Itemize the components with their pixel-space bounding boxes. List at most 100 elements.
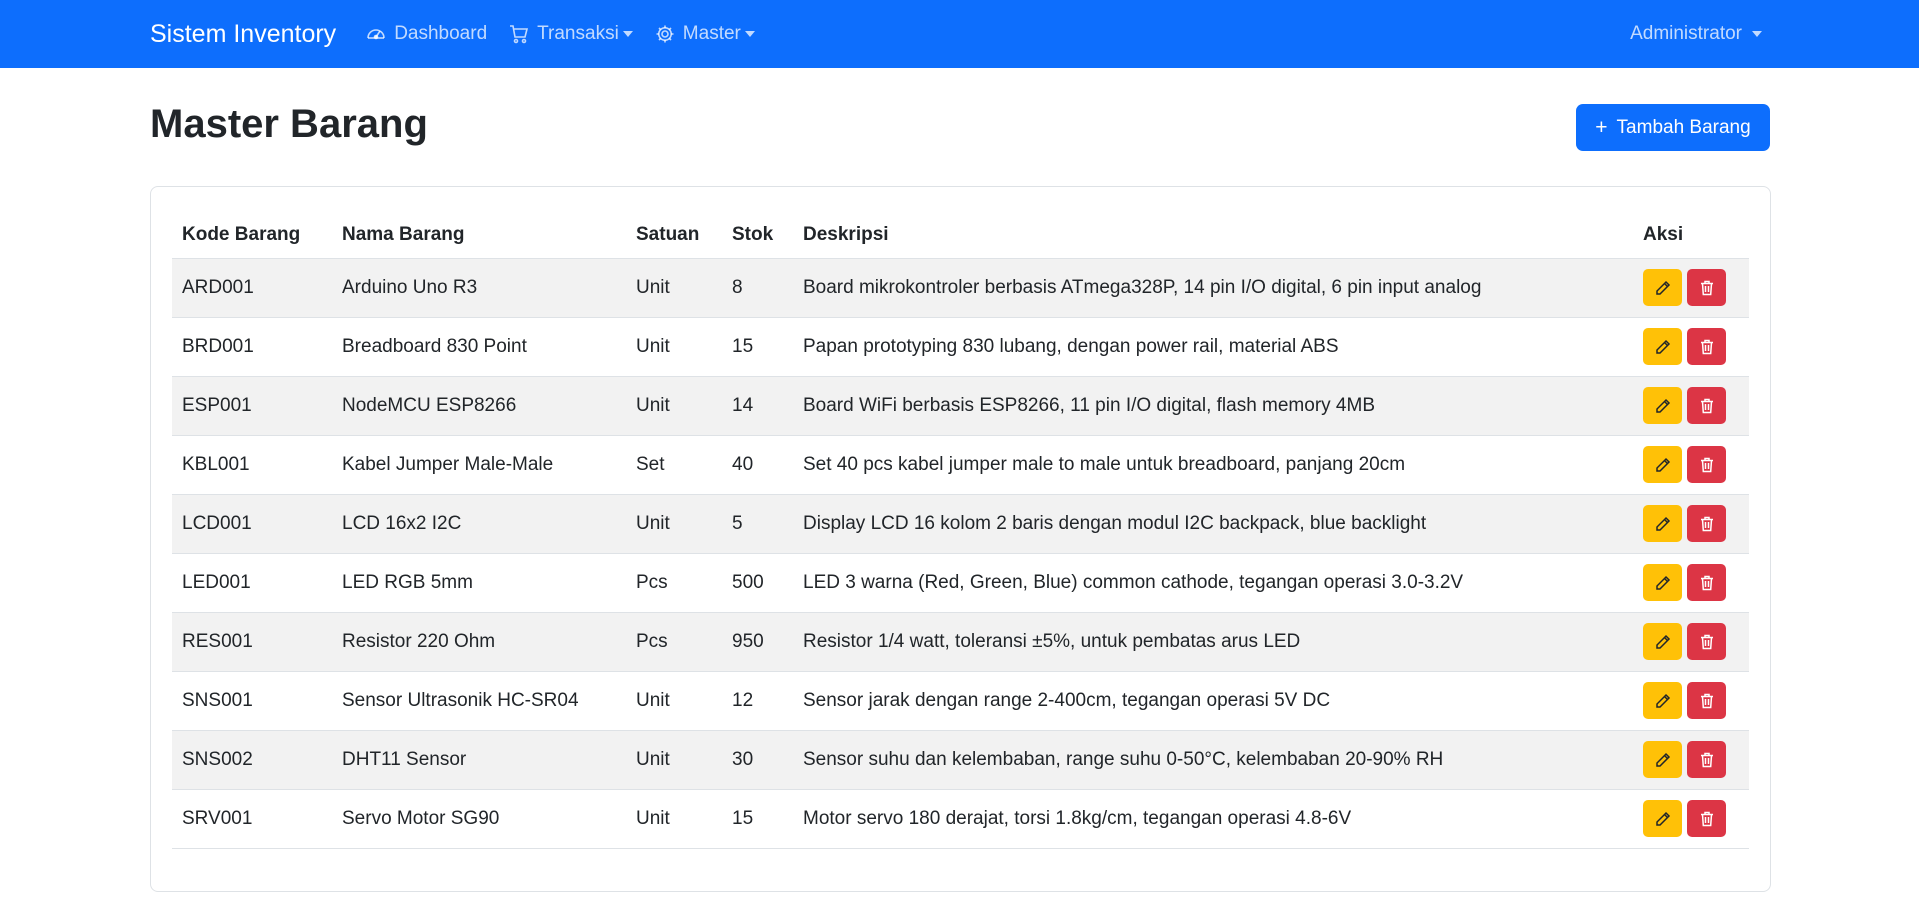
pencil-icon xyxy=(1655,280,1671,296)
edit-button[interactable] xyxy=(1643,505,1682,542)
trash-icon xyxy=(1700,575,1714,591)
cell-deskripsi: Sensor jarak dengan range 2-400cm, tegan… xyxy=(793,671,1633,731)
cell-satuan: Pcs xyxy=(626,553,722,613)
cell-stok: 5 xyxy=(722,494,793,554)
edit-button[interactable] xyxy=(1643,741,1682,778)
cell-kode: ESP001 xyxy=(172,376,332,436)
cell-nama: Arduino Uno R3 xyxy=(332,258,626,318)
trash-icon xyxy=(1700,398,1714,414)
delete-button[interactable] xyxy=(1687,446,1726,483)
cell-aksi xyxy=(1633,494,1749,554)
cell-stok: 14 xyxy=(722,376,793,436)
user-menu[interactable]: Administrator xyxy=(1630,0,1762,68)
edit-button[interactable] xyxy=(1643,623,1682,660)
header-stok: Stok xyxy=(722,212,793,259)
user-menu-label: Administrator xyxy=(1630,23,1742,44)
cell-kode: BRD001 xyxy=(172,317,332,377)
cell-aksi xyxy=(1633,730,1749,790)
cell-nama: Kabel Jumper Male-Male xyxy=(332,435,626,495)
cell-aksi xyxy=(1633,553,1749,613)
table-row: RES001 Resistor 220 Ohm Pcs 950 Resistor 1/4… xyxy=(172,612,1749,672)
nav-item-dashboard[interactable]: Dashboard xyxy=(366,23,487,45)
table-row: SNS002 DHT11 Sensor Unit 30 Sensor suhu dan … xyxy=(172,730,1749,790)
nav-item-master[interactable]: Master xyxy=(655,23,755,45)
cell-nama: DHT11 Sensor xyxy=(332,730,626,790)
cell-kode: LED001 xyxy=(172,553,332,613)
cell-deskripsi: Set 40 pcs kabel jumper male to male unt… xyxy=(793,435,1633,495)
delete-button[interactable] xyxy=(1687,564,1726,601)
trash-icon xyxy=(1700,634,1714,650)
pencil-icon xyxy=(1655,575,1671,591)
edit-button[interactable] xyxy=(1643,682,1682,719)
add-item-button[interactable]: + Tambah Barang xyxy=(1576,104,1770,151)
delete-button[interactable] xyxy=(1687,623,1726,660)
nav-item-label: Transaksi xyxy=(537,23,619,44)
cell-nama: LED RGB 5mm xyxy=(332,553,626,613)
delete-button[interactable] xyxy=(1687,800,1726,837)
cell-stok: 15 xyxy=(722,317,793,377)
items-card: Kode Barang Nama Barang Satuan Stok Desk… xyxy=(150,186,1771,892)
speedometer-icon xyxy=(367,29,385,40)
cell-kode: SNS001 xyxy=(172,671,332,731)
cell-aksi xyxy=(1633,789,1749,849)
navbar-brand[interactable]: Sistem Inventory xyxy=(150,20,336,49)
caret-down-icon xyxy=(1752,31,1762,37)
cell-stok: 500 xyxy=(722,553,793,613)
header-aksi: Aksi xyxy=(1633,212,1749,259)
header-deskripsi: Deskripsi xyxy=(793,212,1633,259)
cell-deskripsi: Board mikrokontroler berbasis ATmega328P… xyxy=(793,258,1633,318)
trash-icon xyxy=(1700,811,1714,827)
pencil-icon xyxy=(1655,634,1671,650)
table-row: LCD001 LCD 16x2 I2C Unit 5 Display LCD 16 ko… xyxy=(172,494,1749,554)
cell-nama: Sensor Ultrasonik HC-SR04 xyxy=(332,671,626,731)
nav-item-transaksi[interactable]: Transaksi xyxy=(509,23,633,45)
cell-satuan: Pcs xyxy=(626,612,722,672)
cell-nama: Resistor 220 Ohm xyxy=(332,612,626,672)
trash-icon xyxy=(1700,339,1714,355)
plus-icon: + xyxy=(1595,115,1608,139)
cell-deskripsi: Resistor 1/4 watt, toleransi ±5%, untuk … xyxy=(793,612,1633,672)
pencil-icon xyxy=(1655,752,1671,768)
delete-button[interactable] xyxy=(1687,741,1726,778)
cell-satuan: Unit xyxy=(626,494,722,554)
table-row: SNS001 Sensor Ultrasonik HC-SR04 Unit 12 Sen… xyxy=(172,671,1749,731)
cell-stok: 8 xyxy=(722,258,793,318)
delete-button[interactable] xyxy=(1687,328,1726,365)
cell-aksi xyxy=(1633,376,1749,436)
pencil-icon xyxy=(1655,811,1671,827)
table-row: SRV001 Servo Motor SG90 Unit 15 Motor servo … xyxy=(172,789,1749,849)
edit-button[interactable] xyxy=(1643,564,1682,601)
cell-satuan: Unit xyxy=(626,258,722,318)
edit-button[interactable] xyxy=(1643,328,1682,365)
edit-button[interactable] xyxy=(1643,446,1682,483)
trash-icon xyxy=(1700,516,1714,532)
trash-icon xyxy=(1700,280,1714,296)
add-item-button-label: Tambah Barang xyxy=(1616,116,1751,138)
cell-kode: ARD001 xyxy=(172,258,332,318)
delete-button[interactable] xyxy=(1687,682,1726,719)
delete-button[interactable] xyxy=(1687,387,1726,424)
cell-satuan: Unit xyxy=(626,671,722,731)
caret-down-icon xyxy=(744,31,755,37)
cell-deskripsi: Motor servo 180 derajat, torsi 1.8kg/cm,… xyxy=(793,789,1633,849)
cell-satuan: Set xyxy=(626,435,722,495)
page-title: Master Barang xyxy=(150,102,428,146)
table-row: ESP001 NodeMCU ESP8266 Unit 14 Board WiFi be… xyxy=(172,376,1749,436)
pencil-icon xyxy=(1655,339,1671,355)
delete-button[interactable] xyxy=(1687,505,1726,542)
pencil-icon xyxy=(1655,516,1671,532)
navbar: Sistem Inventory Dashboard Transaksi Mas… xyxy=(0,0,1919,68)
cell-deskripsi: Board WiFi berbasis ESP8266, 11 pin I/O … xyxy=(793,376,1633,436)
table-header-row: Kode Barang Nama Barang Satuan Stok Desk… xyxy=(172,212,1749,259)
edit-button[interactable] xyxy=(1643,387,1682,424)
edit-button[interactable] xyxy=(1643,269,1682,306)
cell-satuan: Unit xyxy=(626,317,722,377)
cell-kode: SNS002 xyxy=(172,730,332,790)
delete-button[interactable] xyxy=(1687,269,1726,306)
cell-deskripsi: Display LCD 16 kolom 2 baris dengan modu… xyxy=(793,494,1633,554)
edit-button[interactable] xyxy=(1643,800,1682,837)
caret-down-icon xyxy=(622,31,633,37)
gear-icon xyxy=(656,25,674,43)
cell-kode: SRV001 xyxy=(172,789,332,849)
cell-nama: Breadboard 830 Point xyxy=(332,317,626,377)
